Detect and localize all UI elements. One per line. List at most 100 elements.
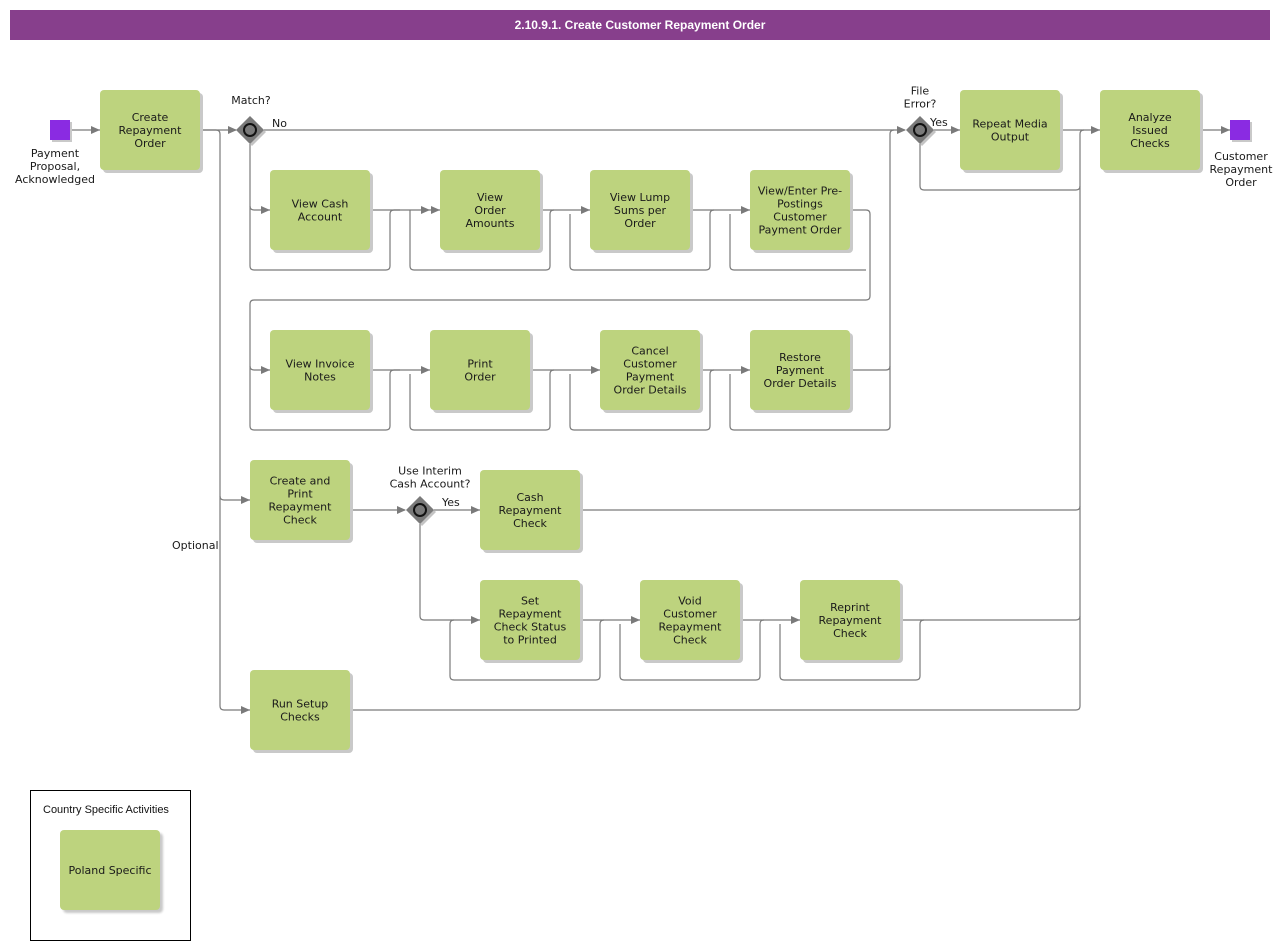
gateway-circle-icon <box>913 123 927 137</box>
arrowhead-icon <box>228 126 237 134</box>
task-label-line: Check <box>283 514 317 527</box>
end-event-label-line: Customer <box>1214 150 1268 163</box>
task-label-line: Amounts <box>466 217 515 230</box>
task-label-line: Void <box>678 595 701 608</box>
task-label-line: Issued <box>1132 124 1167 137</box>
task-cancel-payment-order-details[interactable]: CancelCustomerPaymentOrder Details <box>600 330 703 413</box>
arrowhead-icon <box>1091 126 1100 134</box>
task-label-line: Check <box>513 517 547 530</box>
gateway-file-error-question: FileError? <box>904 85 937 111</box>
gateway-interim-question: Use InterimCash Account? <box>390 465 471 491</box>
arrowhead-icon <box>397 506 406 514</box>
task-view-enter-prepostings[interactable]: View/Enter Pre-PostingsCustomerPayment O… <box>750 170 853 253</box>
gateway-interim-question-line: Cash Account? <box>390 478 471 491</box>
task-label-line: Cancel <box>631 345 668 358</box>
gateway-match-branch-no: No <box>272 117 287 130</box>
arrowhead-icon <box>581 206 590 214</box>
task-print-order[interactable]: PrintOrder <box>430 330 533 413</box>
gateway-circle-icon <box>243 123 257 137</box>
task-label-line: Notes <box>304 371 336 384</box>
task-analyze-issued-checks[interactable]: AnalyzeIssuedChecks <box>1100 90 1203 173</box>
legend-task-poland-specific[interactable]: Poland Specific <box>60 830 160 910</box>
legend-title: Country Specific Activities <box>43 804 169 816</box>
arrowhead-icon <box>791 616 800 624</box>
task-label: PrintOrder <box>464 358 496 384</box>
sequence-flow <box>580 505 1081 511</box>
task-label-line: Payment Order <box>759 224 842 237</box>
task-label-line: Check <box>673 634 707 647</box>
task-set-check-status-printed[interactable]: SetRepaymentCheck Statusto Printed <box>480 580 583 663</box>
task-label-line: Order <box>134 137 166 150</box>
task-label: View CashAccount <box>292 198 349 224</box>
start-event <box>50 120 72 142</box>
arrowhead-icon <box>241 706 250 714</box>
arrowhead-icon <box>741 366 750 374</box>
arrowhead-icon <box>951 126 960 134</box>
task-label-line: Customer <box>623 358 677 371</box>
gateway-match-question-line: Match? <box>231 94 271 107</box>
task-label-line: Order <box>464 371 496 384</box>
task-view-lump-sums[interactable]: View LumpSums perOrder <box>590 170 693 253</box>
task-label-line: Reprint <box>830 601 870 614</box>
arrowhead-icon <box>471 616 480 624</box>
task-create-repayment-order[interactable]: CreateRepaymentOrder <box>100 90 203 173</box>
task-label-line: Run Setup <box>272 698 329 711</box>
sequence-flow <box>419 524 480 621</box>
task-label-line: Checks <box>280 711 320 724</box>
start-event-label-line: Proposal, <box>30 160 80 173</box>
task-label-line: Sums per <box>614 204 667 217</box>
gateway-circle-icon <box>413 503 427 517</box>
task-void-customer-repayment-check[interactable]: VoidCustomerRepaymentCheck <box>640 580 743 663</box>
start-event-label: PaymentProposal,Acknowledged <box>15 147 95 186</box>
sequence-flow <box>1079 129 1085 706</box>
task-label-line: Repayment <box>819 614 883 627</box>
task-label-line: Order Details <box>764 377 837 390</box>
end-event-label-line: Order <box>1225 176 1257 189</box>
arrowhead-icon <box>741 206 750 214</box>
arrowhead-icon <box>421 206 430 214</box>
task-label-line: Check Status <box>494 621 567 634</box>
gateway-match <box>236 116 266 146</box>
task-run-setup-checks[interactable]: Run SetupChecks <box>250 670 353 753</box>
task-label-line: to Printed <box>503 634 557 647</box>
task-label-line: Order <box>624 217 656 230</box>
end-event-label-line: Repayment <box>1210 163 1274 176</box>
sequence-flow <box>900 615 1081 621</box>
end-event <box>1230 120 1252 142</box>
task-label-line: Repayment <box>499 504 563 517</box>
arrowhead-icon <box>471 506 480 514</box>
task-label-line: Customer <box>663 608 717 621</box>
sequence-flow <box>350 705 1081 711</box>
task-restore-payment-order-details[interactable]: RestorePaymentOrder Details <box>750 330 853 413</box>
arrowhead-icon <box>421 366 430 374</box>
process-diagram: CreateRepaymentOrderView CashAccountView… <box>15 85 1273 753</box>
task-label-line: Create and <box>270 475 331 488</box>
task-label-line: Analyze <box>1128 111 1172 124</box>
legend-country-specific: Country Specific Activities Poland Speci… <box>30 790 191 941</box>
task-label-line: View Lump <box>610 191 670 204</box>
task-create-print-repayment-check[interactable]: Create andPrintRepaymentCheck <box>250 460 353 543</box>
gateway-interim-cash <box>406 496 436 526</box>
arrowhead-icon <box>241 496 250 504</box>
gateway-file-error-question-line: Error? <box>904 98 937 111</box>
task-view-invoice-notes[interactable]: View InvoiceNotes <box>270 330 373 413</box>
task-label-line: View <box>477 191 503 204</box>
start-event-label-line: Acknowledged <box>15 173 95 186</box>
task-label-line: Payment <box>776 364 825 377</box>
event-square-icon <box>1230 120 1250 140</box>
start-event-label-line: Payment <box>31 147 80 160</box>
task-label-line: Print <box>287 488 313 501</box>
arrowhead-icon <box>1221 126 1230 134</box>
label-layer: PaymentProposal,AcknowledgedCustomerRepa… <box>15 85 1273 553</box>
task-cash-repayment-check[interactable]: CashRepaymentCheck <box>480 470 583 553</box>
flow-to-run-setup <box>200 129 250 711</box>
arrowhead-icon <box>631 616 640 624</box>
task-view-order-amounts[interactable]: ViewOrderAmounts <box>440 170 543 253</box>
task-label-line: Output <box>991 131 1030 144</box>
task-reprint-repayment-check[interactable]: ReprintRepaymentCheck <box>800 580 903 663</box>
task-view-cash-account[interactable]: View CashAccount <box>270 170 373 253</box>
task-repeat-media-output[interactable]: Repeat MediaOutput <box>960 90 1063 173</box>
task-label-line: Restore <box>779 351 821 364</box>
task-label-line: Create <box>132 111 169 124</box>
task-label-line: Postings <box>777 198 823 211</box>
